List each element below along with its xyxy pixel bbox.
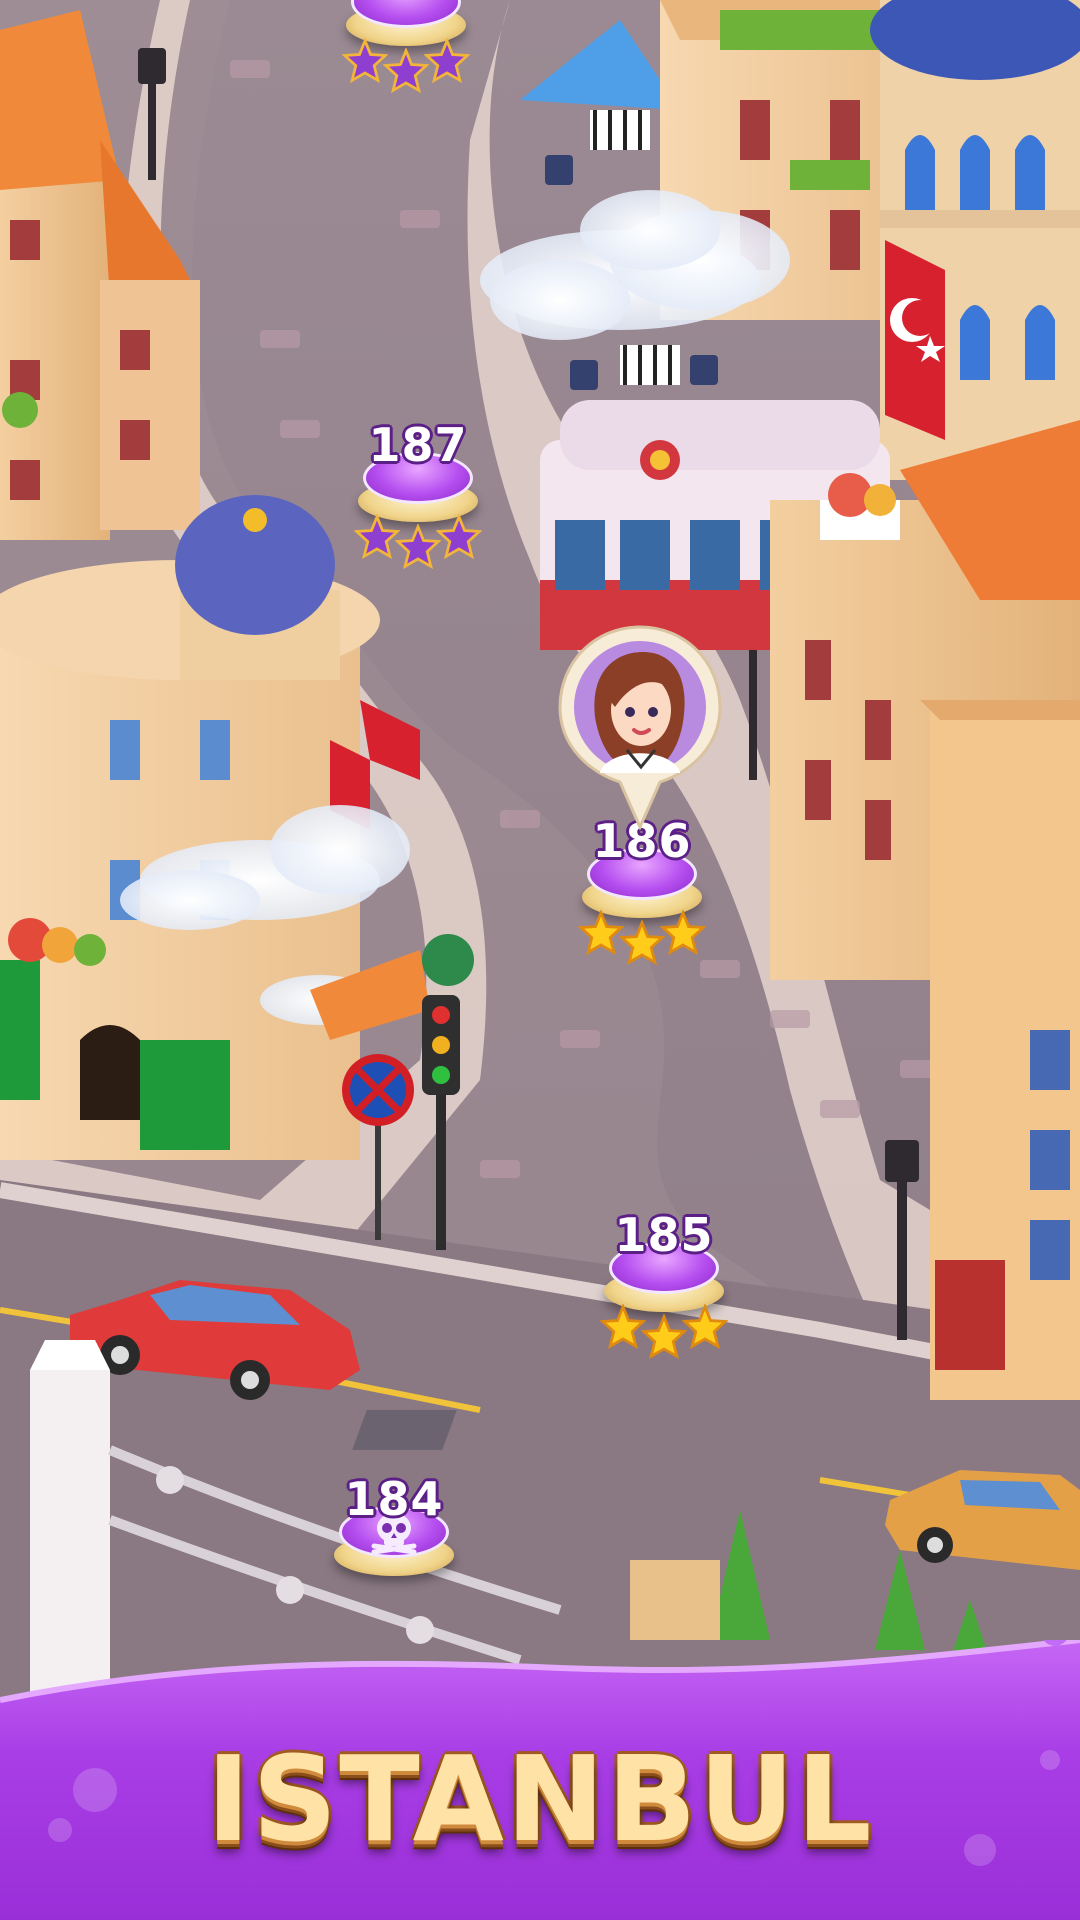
star-icon [436,514,482,560]
star-icon [619,920,665,966]
star-icon [641,1314,687,1360]
level-number: 185 [614,1208,714,1262]
star-icon [395,524,441,570]
star-icon [383,48,429,94]
star-icon [424,38,470,84]
star-icon [682,1304,728,1350]
level-number: 187 [368,418,468,472]
level-node-184[interactable]: 184 [324,1472,464,1606]
level-node-187[interactable]: 187 [348,418,488,570]
level-node-188[interactable]: 188 [336,0,476,94]
player-avatar-pin[interactable] [555,622,725,832]
star-icon [600,1304,646,1350]
level-node-185[interactable]: 185 [594,1208,734,1360]
map-scene[interactable]: 188 187 186 185 [0,0,1080,1920]
star-icon [342,38,388,84]
level-node-186[interactable]: 186 [572,814,712,966]
city-title: ISTANBUL [206,1730,874,1868]
star-icon [354,514,400,560]
istanbul-map-background [0,0,1080,1920]
star-icon [578,910,624,956]
level-number: 184 [344,1472,444,1526]
level-stars [336,38,476,94]
level-stars [348,514,488,570]
star-icon [660,910,706,956]
level-stars [594,1304,734,1360]
level-stars [572,910,712,966]
player-avatar-icon [558,625,722,831]
